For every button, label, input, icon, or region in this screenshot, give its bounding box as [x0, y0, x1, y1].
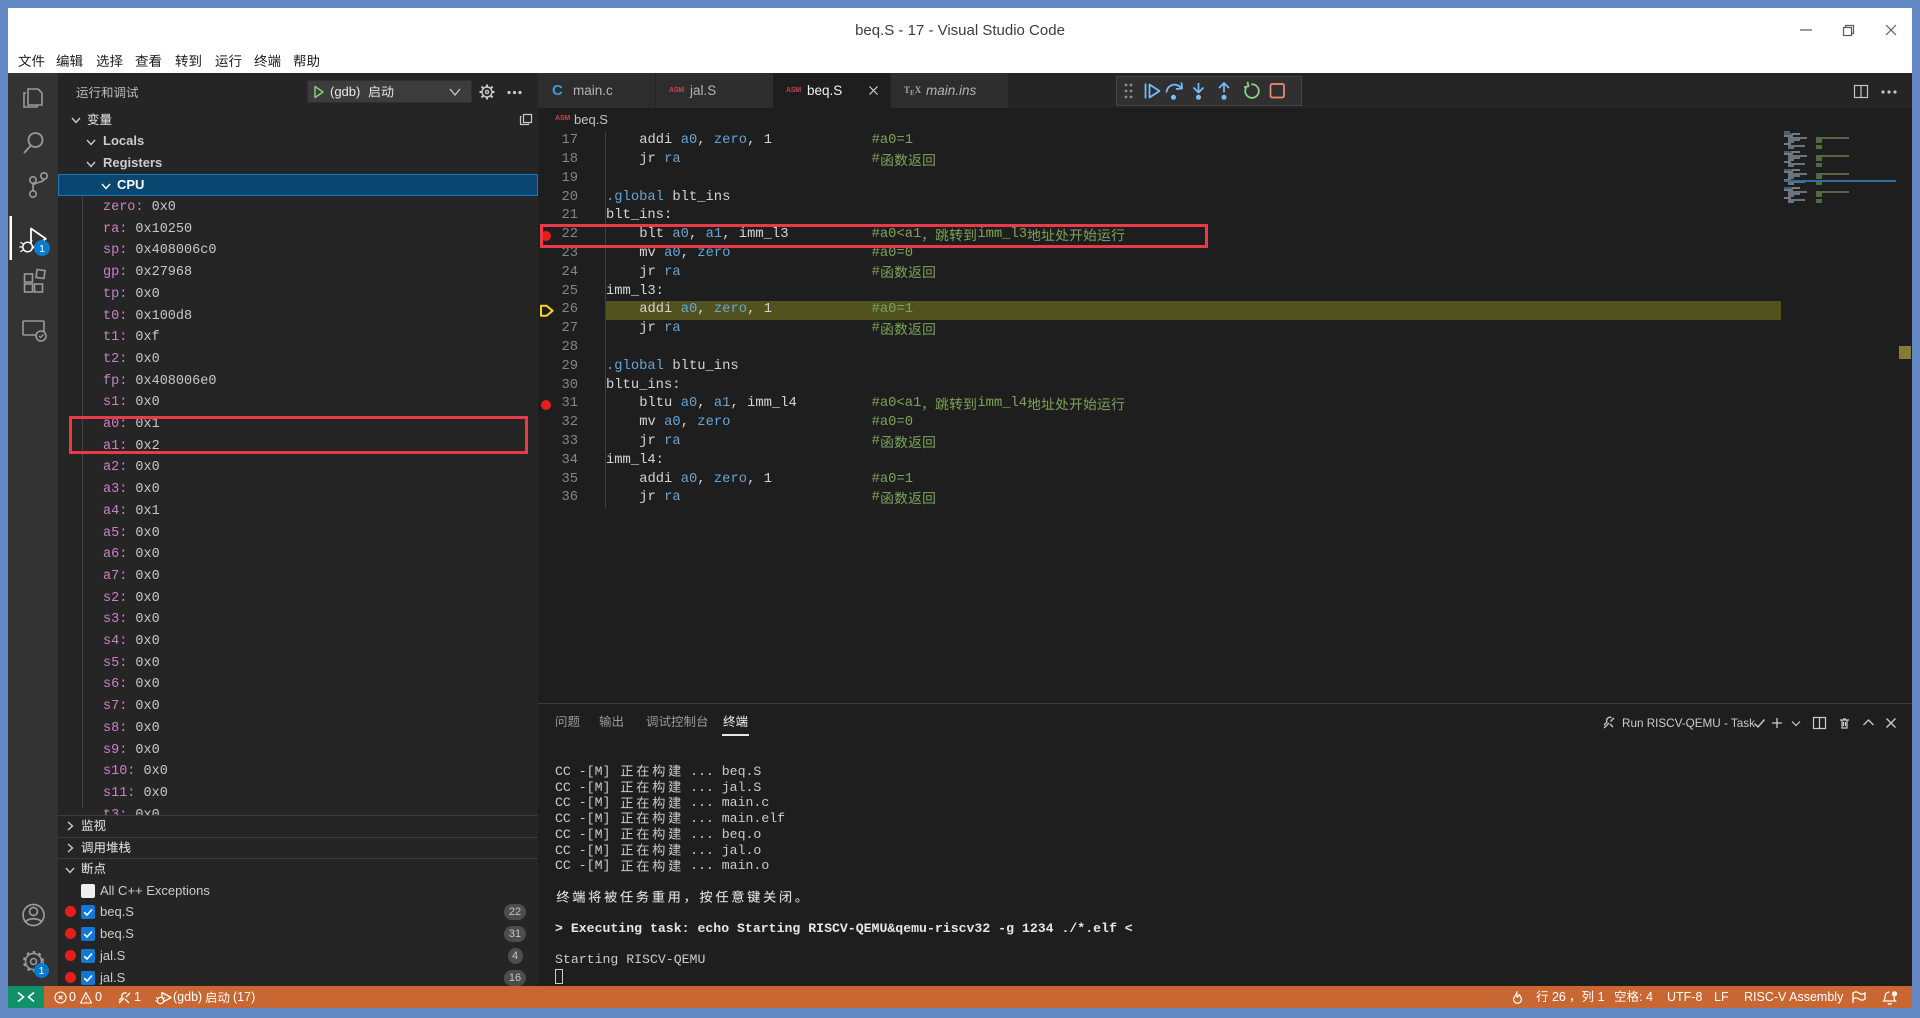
svg-text:1: 1	[39, 966, 45, 977]
svg-text:1: 1	[39, 243, 45, 255]
